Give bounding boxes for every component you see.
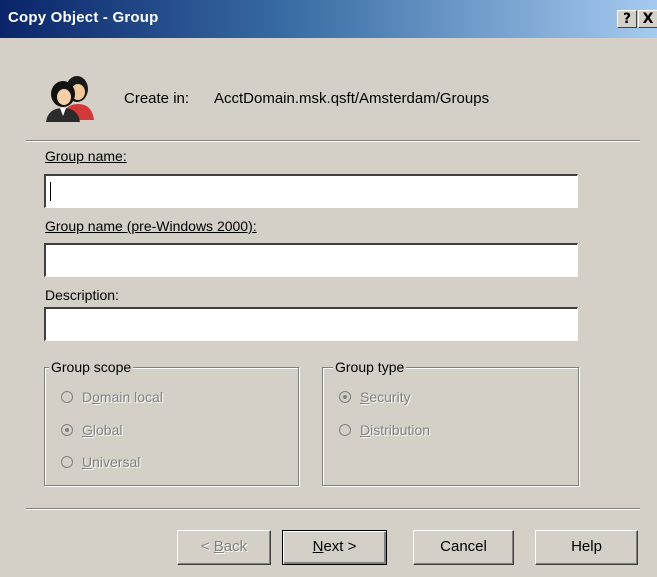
close-button[interactable]: X	[638, 10, 657, 28]
group-type-box: Group type Security Distribution	[322, 359, 579, 486]
description-label: Description:	[45, 287, 119, 303]
top-divider	[26, 140, 640, 142]
description-input[interactable]	[44, 307, 578, 341]
bottom-divider	[26, 508, 640, 510]
group-scope-box: Group scope Domain local Global Universa…	[44, 359, 299, 486]
title-bar[interactable]: Copy Object - Group ? X	[0, 0, 657, 38]
back-button[interactable]: < Back	[177, 530, 271, 565]
next-button[interactable]: Next >	[282, 530, 387, 565]
radio-circle-checked	[339, 391, 351, 403]
group-name-input[interactable]	[44, 174, 578, 208]
group-name-pre2000-input[interactable]	[44, 243, 578, 277]
group-name-pre2000-label: Group name (pre-Windows 2000):	[45, 218, 257, 234]
cancel-button[interactable]: Cancel	[413, 530, 514, 565]
group-type-title: Group type	[333, 359, 407, 375]
type-distribution-radio[interactable]: Distribution	[339, 422, 430, 438]
type-security-radio[interactable]: Security	[339, 389, 411, 405]
help-title-button[interactable]: ?	[617, 10, 637, 28]
group-scope-title: Group scope	[49, 359, 134, 375]
create-in-path: AcctDomain.msk.qsft/Amsterdam/Groups	[214, 90, 490, 107]
scope-domain-local-radio[interactable]: Domain local	[61, 389, 163, 405]
group-name-label: Group name:	[45, 148, 127, 164]
radio-circle	[339, 424, 351, 436]
radio-circle-checked	[61, 424, 73, 436]
group-users-icon	[46, 76, 94, 122]
scope-universal-radio[interactable]: Universal	[61, 454, 140, 470]
create-in-label: Create in:	[124, 90, 190, 107]
help-button[interactable]: Help	[535, 530, 638, 565]
window-title: Copy Object - Group	[8, 9, 159, 26]
copy-object-group-dialog: Copy Object - Group ? X Create in: AcctD…	[0, 0, 657, 577]
text-caret	[50, 182, 51, 201]
radio-circle	[61, 456, 73, 468]
radio-circle	[61, 391, 73, 403]
scope-global-radio[interactable]: Global	[61, 422, 122, 438]
